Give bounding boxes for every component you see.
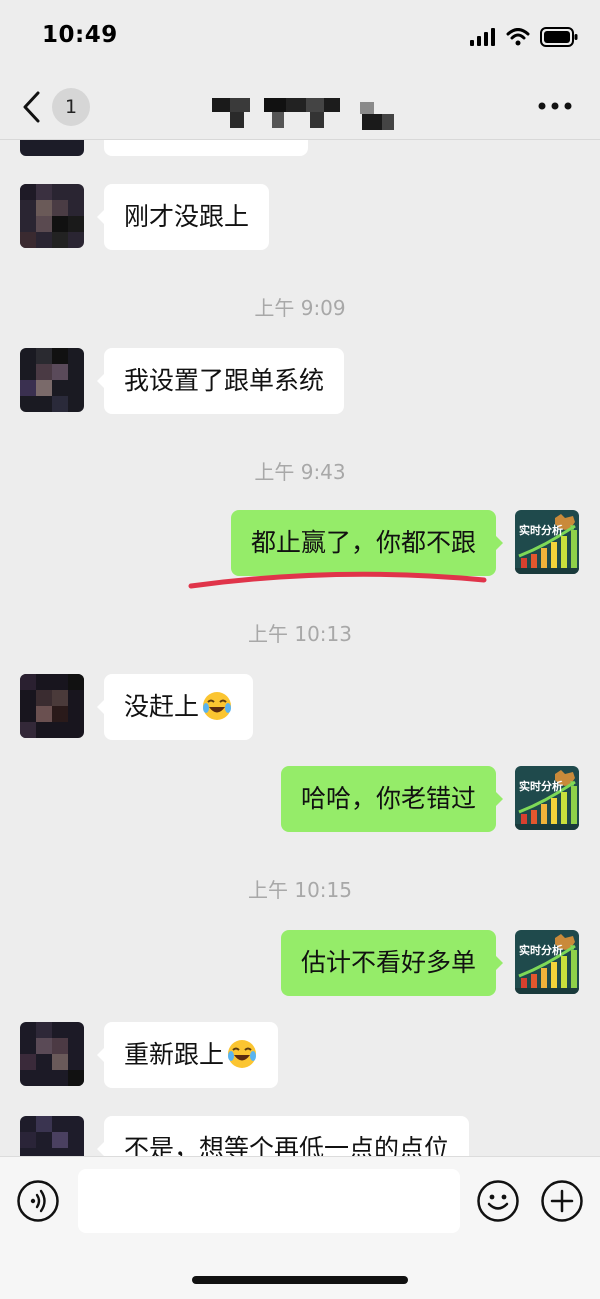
contact-avatar[interactable] — [20, 1116, 84, 1156]
status-icons — [470, 26, 578, 48]
avatar-pixelated-image — [20, 1116, 84, 1156]
unread-count-badge: 1 — [52, 88, 90, 126]
contact-avatar[interactable] — [20, 184, 84, 248]
message-text: 没赶上 — [124, 692, 200, 721]
my-avatar[interactable]: 实时分析 — [515, 766, 579, 830]
message-text: 哈哈，你老错过 — [300, 784, 476, 813]
message-bubble-self[interactable]: 都止赢了，你都不跟 — [230, 510, 504, 576]
message-text: 不是，想等个再低一点的点位 — [124, 1134, 450, 1156]
wifi-icon — [506, 28, 530, 46]
message-text: 重新跟上 — [124, 1040, 225, 1069]
status-time: 10:49 — [42, 22, 118, 48]
chat-screen: 10:49 1 刚才没跟上 上午 9:09 我设置了跟单系统 上午 9:43 都… — [0, 0, 600, 1299]
chevron-left-icon — [23, 91, 40, 123]
back-button[interactable]: 1 — [22, 86, 94, 128]
message-bubble-self[interactable]: 哈哈，你老错过 — [280, 766, 504, 832]
my-avatar-caption: 实时分析 — [519, 943, 563, 957]
message-text: 都止赢了，你都不跟 — [250, 528, 476, 557]
message-timestamp: 上午 10:13 — [248, 622, 352, 646]
message-timestamp: 上午 9:09 — [254, 296, 346, 320]
contact-avatar[interactable] — [20, 674, 84, 738]
message-input[interactable] — [78, 1169, 460, 1233]
message-timestamp: 上午 10:15 — [248, 878, 352, 902]
laughing-crying-emoji — [228, 1040, 257, 1068]
avatar-pixelated-image — [20, 348, 84, 412]
avatar-pixelated-image — [20, 184, 84, 248]
home-indicator[interactable] — [192, 1276, 408, 1284]
avatar-pixelated-image — [20, 674, 84, 738]
plus-circle-icon[interactable] — [540, 1179, 584, 1223]
annotation-underline — [188, 571, 487, 589]
message-bubble[interactable]: 刚才没跟上 — [96, 184, 270, 250]
my-avatar[interactable]: 实时分析 — [515, 510, 579, 574]
message-bubble[interactable]: 重新跟上 — [96, 1022, 279, 1088]
contact-name-pixelated — [212, 98, 394, 130]
message-bubble-partial[interactable] — [104, 140, 308, 156]
battery-icon — [540, 27, 578, 47]
avatar-pixelated-image — [20, 1022, 84, 1086]
my-avatar[interactable]: 实时分析 — [515, 930, 579, 994]
smiley-icon[interactable] — [476, 1179, 520, 1223]
message-text: 刚才没跟上 — [124, 202, 250, 231]
message-timestamp: 上午 9:43 — [254, 460, 346, 484]
message-bubble[interactable]: 没赶上 — [96, 674, 254, 740]
more-dots-icon[interactable] — [538, 96, 572, 116]
message-text: 估计不看好多单 — [300, 948, 476, 977]
contact-avatar[interactable] — [20, 1022, 84, 1086]
contact-avatar[interactable] — [20, 140, 84, 156]
message-list[interactable]: 刚才没跟上 上午 9:09 我设置了跟单系统 上午 9:43 都止赢了，你都不跟 — [0, 140, 600, 1156]
message-bubble[interactable]: 不是，想等个再低一点的点位 — [96, 1116, 470, 1156]
my-avatar-caption: 实时分析 — [519, 523, 563, 537]
laughing-crying-emoji — [203, 692, 232, 720]
voice-icon[interactable] — [16, 1179, 60, 1223]
message-bubble[interactable]: 我设置了跟单系统 — [96, 348, 345, 414]
nav-bar: 1 — [0, 74, 600, 140]
signal-icon — [470, 28, 495, 46]
my-avatar-caption: 实时分析 — [519, 779, 563, 793]
message-bubble-self[interactable]: 估计不看好多单 — [280, 930, 504, 996]
contact-avatar[interactable] — [20, 348, 84, 412]
message-text: 我设置了跟单系统 — [124, 366, 325, 395]
status-bar: 10:49 — [0, 0, 600, 74]
